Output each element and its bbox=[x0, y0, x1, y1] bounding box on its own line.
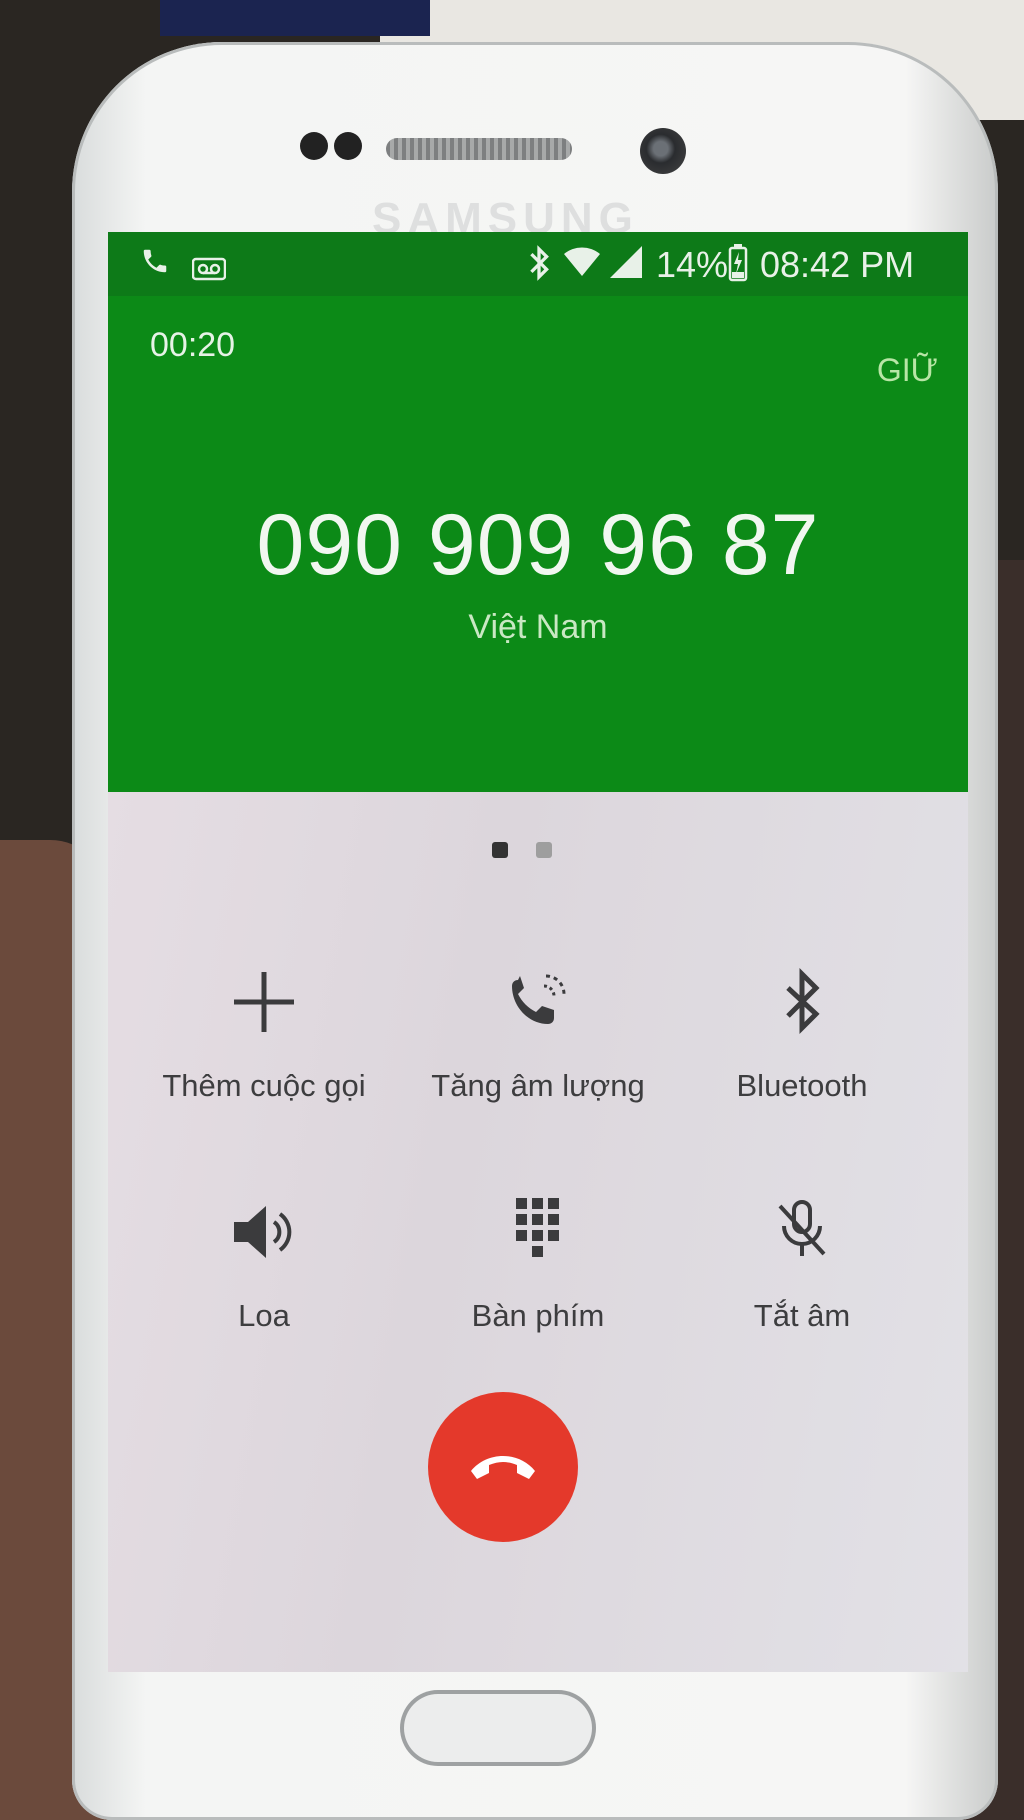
add-icon bbox=[134, 962, 394, 1062]
wifi-icon bbox=[562, 242, 602, 287]
earpiece-speaker bbox=[386, 138, 572, 160]
keypad-button[interactable]: Bàn phím bbox=[408, 1192, 668, 1334]
end-call-icon bbox=[467, 1445, 539, 1490]
volume-boost-label: Tăng âm lượng bbox=[431, 1068, 645, 1103]
page-dot-inactive[interactable] bbox=[536, 842, 553, 858]
bluetooth-label: Bluetooth bbox=[736, 1068, 868, 1103]
battery-percent: 14% bbox=[656, 244, 729, 285]
phone-number: 090 909 96 87 bbox=[256, 497, 820, 593]
end-call-button[interactable] bbox=[428, 1392, 578, 1542]
home-button[interactable] bbox=[400, 1690, 596, 1766]
background-sticker bbox=[160, 0, 430, 36]
call-timer: 00:20 bbox=[150, 326, 236, 364]
keypad-icon bbox=[408, 1192, 668, 1292]
caller-country: Việt Nam bbox=[468, 608, 608, 646]
call-controls: Thêm cuộc gọi Tăng âm lượng Bluetooth Lo… bbox=[108, 792, 968, 1672]
phone-screen: 14% 08:42 PM 00:20 GIỮ 090 909 96 87 Việ… bbox=[108, 232, 968, 1672]
status-bar: 14% 08:42 PM bbox=[108, 232, 968, 296]
volume-boost-icon bbox=[408, 962, 668, 1062]
phone-icon bbox=[140, 244, 170, 287]
proximity-sensor bbox=[300, 132, 328, 160]
add-call-button[interactable]: Thêm cuộc gọi bbox=[134, 962, 394, 1104]
page-dot-active[interactable] bbox=[492, 842, 508, 858]
hold-button[interactable]: GIỮ bbox=[877, 352, 938, 389]
bluetooth-icon bbox=[672, 962, 932, 1062]
add-call-label: Thêm cuộc gọi bbox=[162, 1068, 366, 1103]
battery-charging-icon bbox=[728, 244, 748, 291]
bluetooth-icon bbox=[526, 244, 552, 291]
light-sensor bbox=[334, 132, 362, 160]
keypad-label: Bàn phím bbox=[471, 1298, 605, 1333]
mute-button[interactable]: Tắt âm bbox=[672, 1192, 932, 1334]
front-camera bbox=[640, 128, 686, 174]
speaker-icon bbox=[134, 1192, 394, 1292]
mute-icon bbox=[672, 1192, 932, 1292]
status-time: 08:42 PM bbox=[760, 244, 915, 285]
call-header: 00:20 GIỮ 090 909 96 87 Việt Nam bbox=[108, 296, 968, 792]
bluetooth-button[interactable]: Bluetooth bbox=[672, 962, 932, 1104]
signal-icon bbox=[608, 244, 644, 289]
speaker-label: Loa bbox=[238, 1298, 290, 1333]
mute-label: Tắt âm bbox=[753, 1298, 851, 1333]
volume-boost-button[interactable]: Tăng âm lượng bbox=[408, 962, 668, 1104]
page-indicator bbox=[492, 842, 576, 863]
speaker-button[interactable]: Loa bbox=[134, 1192, 394, 1334]
voicemail-icon bbox=[191, 248, 227, 290]
